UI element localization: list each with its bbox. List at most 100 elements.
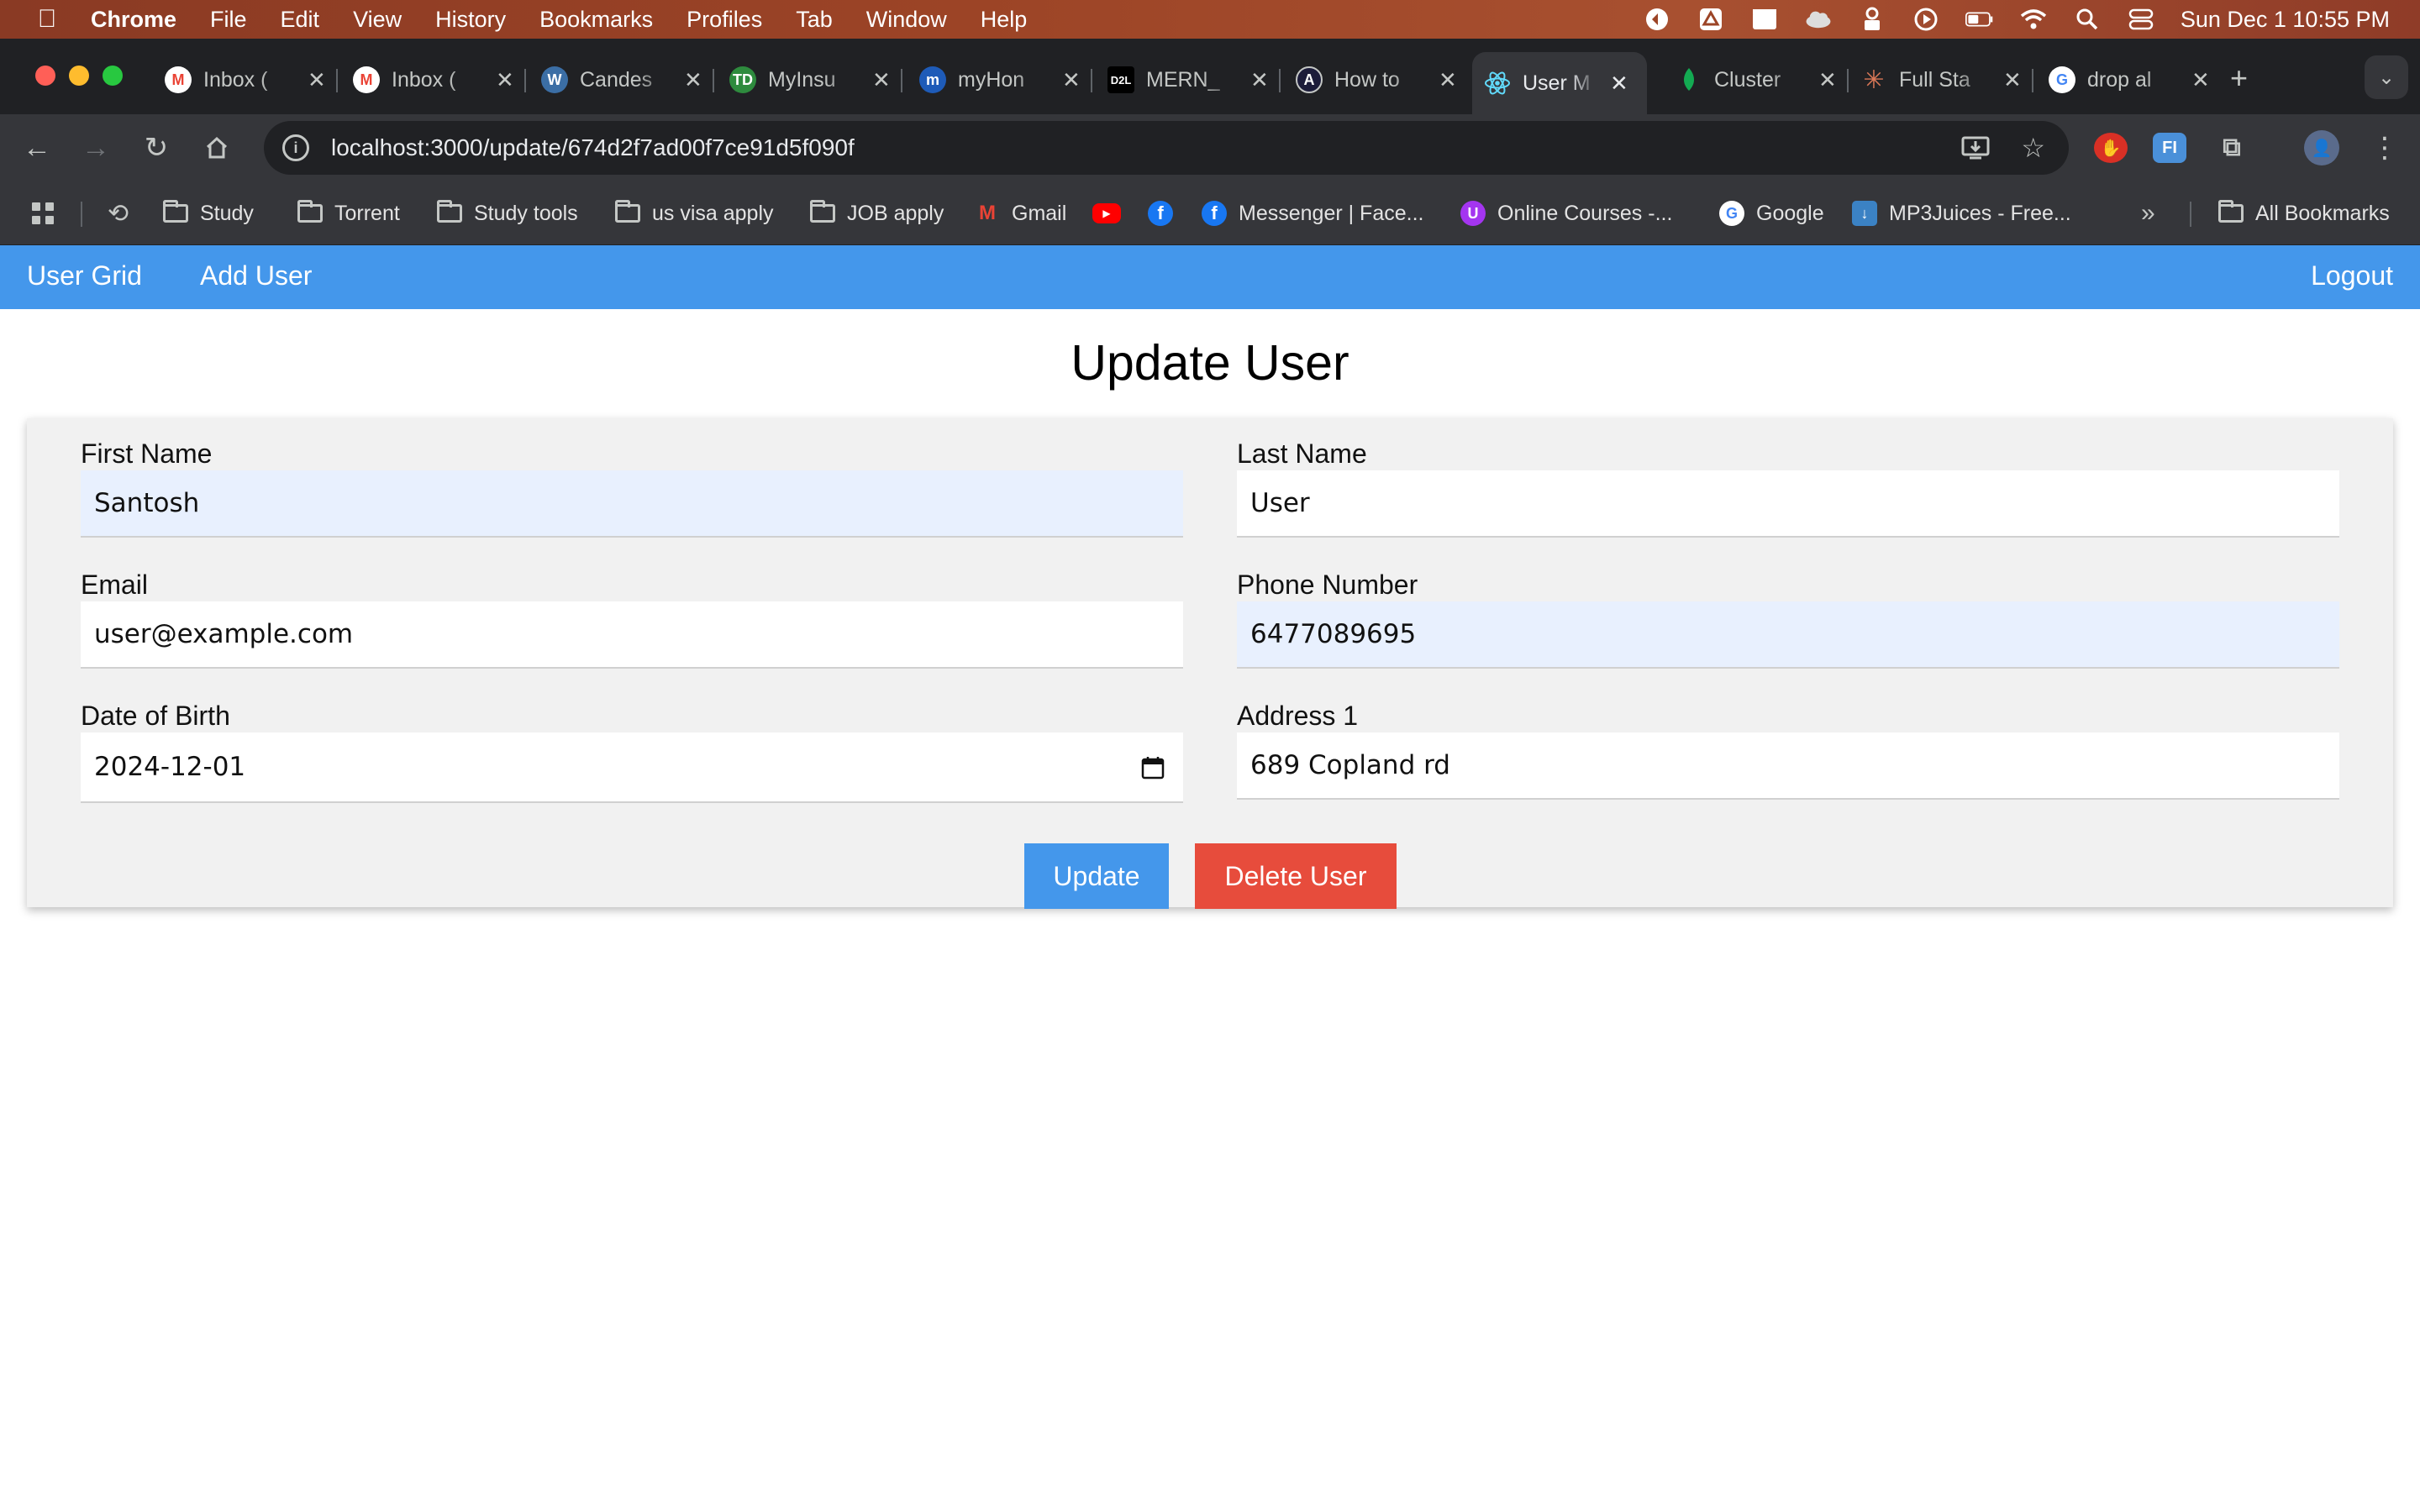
browser-tab[interactable]: M Inbox ( ✕ bbox=[353, 54, 526, 106]
browser-tab[interactable]: G drop al ✕ bbox=[2049, 54, 2210, 106]
tab-close-icon[interactable]: ✕ bbox=[1062, 67, 1081, 93]
tab-close-icon[interactable]: ✕ bbox=[496, 67, 514, 93]
phone-number-input[interactable] bbox=[1237, 601, 2339, 669]
bookmark-folder-torrent[interactable]: Torrent bbox=[297, 198, 400, 228]
reload-icon[interactable]: ↻ bbox=[138, 129, 175, 166]
bookmark-messenger[interactable]: f Messenger | Face... bbox=[1202, 198, 1423, 228]
menu-file[interactable]: File bbox=[210, 7, 247, 33]
browser-tab[interactable]: Cluster ✕ bbox=[1676, 54, 1849, 106]
tab-close-icon[interactable]: ✕ bbox=[1250, 67, 1269, 93]
play-status-icon[interactable] bbox=[1912, 7, 1940, 32]
tab-close-icon[interactable]: ✕ bbox=[2003, 67, 2022, 93]
first-name-input[interactable] bbox=[81, 470, 1183, 538]
window-zoom-icon[interactable] bbox=[103, 66, 123, 86]
battery-status-icon[interactable] bbox=[1965, 7, 1994, 32]
menu-view[interactable]: View bbox=[353, 7, 402, 33]
last-name-input[interactable] bbox=[1237, 470, 2339, 538]
tab-label: MyInsu bbox=[768, 67, 836, 92]
browser-tab[interactable]: D2L MERN_ ✕ bbox=[1107, 54, 1281, 106]
nav-logout-link[interactable]: Logout bbox=[2311, 260, 2393, 291]
browser-tab[interactable]: m myHon ✕ bbox=[919, 54, 1092, 106]
apple-logo-icon[interactable]:  bbox=[30, 5, 64, 34]
bookmark-folder-us-visa-apply[interactable]: us visa apply bbox=[615, 198, 774, 228]
spotlight-search-icon[interactable] bbox=[2073, 7, 2102, 32]
tab-separator bbox=[1090, 69, 1092, 92]
menu-profiles[interactable]: Profiles bbox=[687, 7, 762, 33]
history-clock-icon[interactable]: ⟲ bbox=[108, 198, 129, 228]
menu-tab[interactable]: Tab bbox=[796, 7, 833, 33]
calendar-icon[interactable] bbox=[1141, 756, 1165, 780]
address-1-input[interactable] bbox=[1237, 732, 2339, 800]
bookmark-google[interactable]: G Google bbox=[1719, 198, 1824, 228]
cloud-status-icon[interactable] bbox=[1804, 7, 1833, 32]
browser-tab[interactable]: A How to ✕ bbox=[1296, 54, 1457, 106]
phone-number-label: Phone Number bbox=[1237, 570, 1418, 600]
bookmark-mp3juices[interactable]: ↓ MP3Juices - Free... bbox=[1852, 198, 2071, 228]
browser-tab[interactable]: TD MyInsu ✕ bbox=[729, 54, 902, 106]
menu-help[interactable]: Help bbox=[981, 7, 1028, 33]
url-text[interactable]: localhost:3000/update/674d2f7ad00f7ce91d… bbox=[331, 134, 855, 161]
window-close-icon[interactable] bbox=[35, 66, 55, 86]
menu-history[interactable]: History bbox=[435, 7, 506, 33]
tab-close-icon[interactable]: ✕ bbox=[1610, 71, 1628, 97]
bookmark-online-courses[interactable]: U Online Courses -... bbox=[1460, 198, 1672, 228]
browser-tab[interactable]: M Inbox ( ✕ bbox=[165, 54, 338, 106]
folder-icon bbox=[297, 200, 323, 223]
tab-close-icon[interactable]: ✕ bbox=[2191, 67, 2210, 93]
clapper-status-icon[interactable] bbox=[1750, 7, 1779, 32]
tab-close-icon[interactable]: ✕ bbox=[308, 67, 326, 93]
menu-bar-clock[interactable]: Sun Dec 1 10:55 PM bbox=[2181, 7, 2390, 33]
email-input[interactable] bbox=[81, 601, 1183, 669]
apps-grid-icon[interactable] bbox=[30, 198, 55, 228]
tab-close-icon[interactable]: ✕ bbox=[684, 67, 702, 93]
profile-avatar[interactable]: 👤 bbox=[2304, 130, 2339, 165]
tab-label: User M bbox=[1523, 71, 1591, 95]
menu-app-name[interactable]: Chrome bbox=[91, 7, 176, 33]
update-user-form-card: First Name Last Name Email Phone Number … bbox=[27, 418, 2393, 909]
control-center-icon[interactable] bbox=[2127, 7, 2155, 32]
install-app-icon[interactable] bbox=[1961, 121, 1990, 175]
site-info-icon[interactable]: i bbox=[282, 134, 309, 161]
browser-tab[interactable]: ✳ Full Sta ✕ bbox=[1860, 54, 2033, 106]
bookmark-star-icon[interactable]: ☆ bbox=[2021, 121, 2045, 175]
adblock-extension-icon[interactable]: ✋ bbox=[2094, 133, 2128, 163]
window-minimize-icon[interactable] bbox=[69, 66, 89, 86]
home-icon[interactable] bbox=[198, 129, 235, 166]
bookmark-folder-study-tools[interactable]: Study tools bbox=[437, 198, 578, 228]
bookmark-gmail[interactable]: M Gmail bbox=[975, 198, 1066, 228]
bookmarks-separator bbox=[81, 202, 82, 227]
wifi-status-icon[interactable] bbox=[2019, 7, 2048, 32]
bookmark-folder-job-apply[interactable]: JOB apply bbox=[810, 198, 944, 228]
bookmark-youtube[interactable]: ▶ bbox=[1092, 198, 1133, 228]
chrome-menu-kebab-icon[interactable]: ⋮ bbox=[2366, 129, 2403, 166]
claude-icon: ✳ bbox=[1863, 66, 1885, 94]
nav-add-user-link[interactable]: Add User bbox=[200, 260, 312, 291]
logitech-status-icon[interactable] bbox=[1643, 7, 1671, 32]
extensions-puzzle-icon[interactable]: ⧉ bbox=[2215, 133, 2249, 163]
drive-status-icon[interactable] bbox=[1697, 7, 1725, 32]
delete-user-button[interactable]: Delete User bbox=[1195, 843, 1397, 909]
menu-edit[interactable]: Edit bbox=[281, 7, 320, 33]
more-bookmarks-chevron-icon[interactable]: » bbox=[2141, 198, 2155, 228]
tab-close-icon[interactable]: ✕ bbox=[1818, 67, 1837, 93]
extension-fi-icon[interactable]: FI bbox=[2153, 133, 2186, 163]
all-bookmarks-folder[interactable]: All Bookmarks bbox=[2218, 198, 2390, 228]
nav-user-grid-link[interactable]: User Grid bbox=[27, 260, 142, 291]
date-of-birth-input[interactable] bbox=[81, 732, 1183, 803]
new-tab-icon[interactable]: + bbox=[2230, 60, 2248, 96]
menu-bookmarks[interactable]: Bookmarks bbox=[539, 7, 653, 33]
bookmark-label: Online Courses -... bbox=[1497, 201, 1673, 225]
browser-tab-active[interactable]: User M ✕ bbox=[1472, 52, 1647, 114]
person-lock-status-icon[interactable] bbox=[1858, 7, 1886, 32]
address-bar[interactable]: i localhost:3000/update/674d2f7ad00f7ce9… bbox=[264, 121, 2069, 175]
bookmark-facebook[interactable]: f bbox=[1148, 198, 1185, 228]
bookmark-folder-study[interactable]: Study bbox=[163, 198, 254, 228]
update-button[interactable]: Update bbox=[1024, 843, 1169, 909]
tab-search-chevron-icon[interactable]: ⌄ bbox=[2365, 55, 2408, 99]
menu-window[interactable]: Window bbox=[866, 7, 947, 33]
tab-close-icon[interactable]: ✕ bbox=[1439, 67, 1457, 93]
forward-arrow-icon[interactable]: → bbox=[77, 129, 114, 166]
back-arrow-icon[interactable]: ← bbox=[18, 129, 55, 166]
tab-close-icon[interactable]: ✕ bbox=[872, 67, 891, 93]
browser-tab[interactable]: W Candes ✕ bbox=[541, 54, 714, 106]
